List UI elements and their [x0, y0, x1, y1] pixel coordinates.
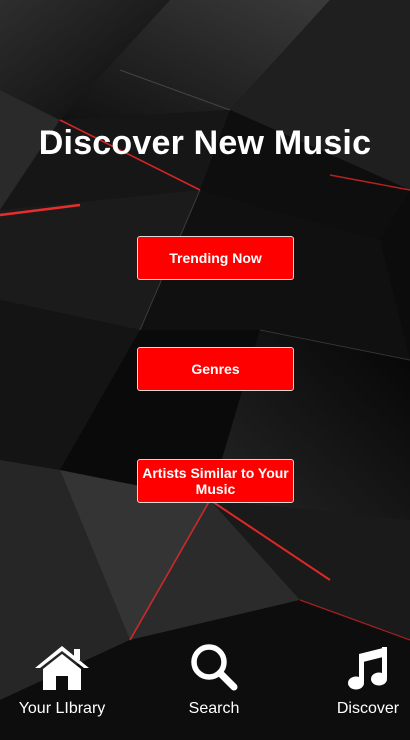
page-title: Discover New Music [38, 124, 372, 162]
nav-item-search[interactable]: Search [164, 640, 264, 740]
trending-now-button[interactable]: Trending Now [137, 236, 294, 280]
nav-label-search: Search [188, 700, 240, 717]
music-note-icon [338, 640, 398, 692]
home-icon [32, 640, 92, 692]
artists-similar-button[interactable]: Artists Similar to Your Music [137, 459, 294, 503]
genres-button[interactable]: Genres [137, 347, 294, 391]
nav-item-your-library[interactable]: Your LIbrary [12, 640, 112, 740]
discover-screen: Discover New Music Trending Now Genres A… [0, 0, 410, 740]
nav-label-your-library: Your LIbrary [18, 700, 106, 717]
nav-label-discover: Discover [336, 700, 400, 717]
bottom-nav-bar: Your LIbrary Search Discover [0, 640, 410, 740]
nav-item-discover[interactable]: Discover [323, 640, 410, 740]
search-icon [184, 640, 244, 692]
